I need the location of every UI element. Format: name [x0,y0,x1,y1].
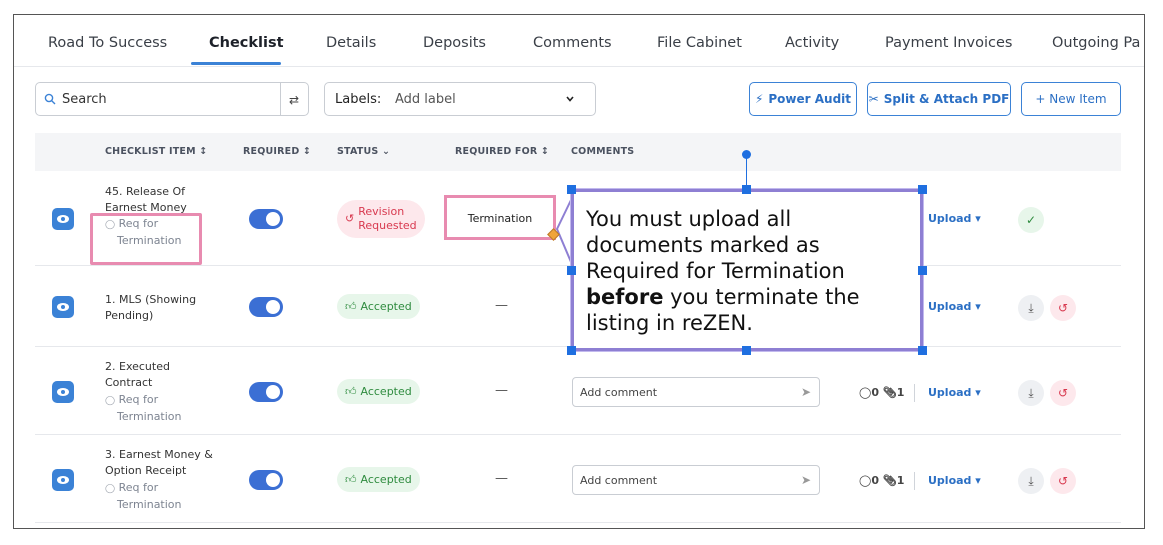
resize-handle-se[interactable] [918,346,927,355]
resize-handle-sw[interactable] [567,346,576,355]
callout-text: You must upload all documents marked as … [586,207,860,335]
resize-handle-e[interactable] [918,266,927,275]
resize-handle-n[interactable] [742,185,751,194]
rotate-handle-stem [746,156,747,188]
resize-handle-s[interactable] [742,346,751,355]
resize-handle-nw[interactable] [567,185,576,194]
resize-handle-w[interactable] [567,266,576,275]
rotate-handle[interactable] [742,150,751,159]
resize-handle-ne[interactable] [918,185,927,194]
annotation-callout: You must upload all documents marked as … [571,189,923,351]
